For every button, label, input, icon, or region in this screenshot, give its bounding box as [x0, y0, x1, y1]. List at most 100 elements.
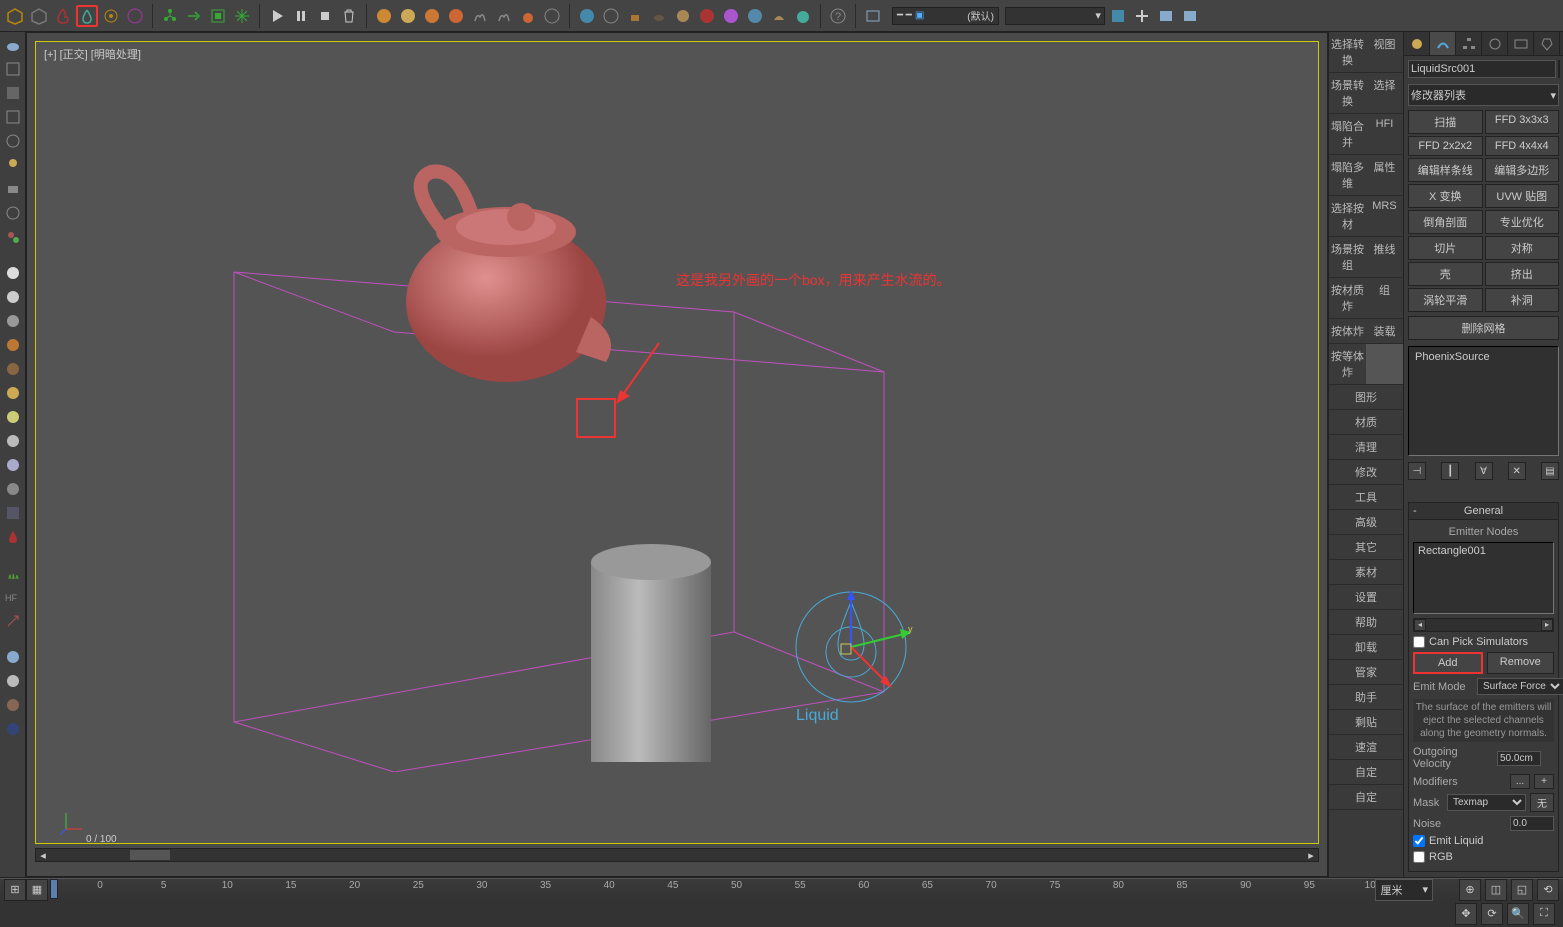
- lt-sphere-6[interactable]: [2, 382, 24, 404]
- preset-17-icon[interactable]: [768, 5, 790, 27]
- nav-4[interactable]: ⟲: [1537, 879, 1559, 901]
- remove-button[interactable]: Remove: [1487, 652, 1555, 674]
- tab-modify[interactable]: [1430, 32, 1456, 55]
- preset-9-icon[interactable]: [576, 5, 598, 27]
- pan-icon[interactable]: ✥: [1455, 903, 1477, 925]
- rl-item[interactable]: 材质: [1329, 410, 1403, 435]
- preset-13-icon[interactable]: [672, 5, 694, 27]
- units-dropdown[interactable]: 厘米▾: [1375, 879, 1433, 901]
- preset-3-icon[interactable]: [421, 5, 443, 27]
- lt-sphere-b1[interactable]: [2, 646, 24, 668]
- rl-item[interactable]: 图形: [1329, 385, 1403, 410]
- rl-item[interactable]: 清理: [1329, 435, 1403, 460]
- emit-liquid-checkbox[interactable]: [1413, 835, 1425, 847]
- render-setup-icon[interactable]: [862, 5, 884, 27]
- modifier-btn[interactable]: 对称: [1485, 236, 1560, 260]
- rl-item[interactable]: 高级: [1329, 510, 1403, 535]
- rl-select-convert[interactable]: 选择转换: [1329, 32, 1366, 73]
- preset-8-icon[interactable]: [541, 5, 563, 27]
- modifier-btn[interactable]: FFD 3x3x3: [1485, 110, 1560, 134]
- nav-1[interactable]: ⊕: [1459, 879, 1481, 901]
- stop-icon[interactable]: [314, 5, 336, 27]
- preset-18-icon[interactable]: [792, 5, 814, 27]
- viewport[interactable]: [+] [正交] [明暗处理]: [35, 41, 1319, 844]
- modifier-btn[interactable]: 编辑多边形: [1485, 158, 1560, 182]
- lt-sphere-b4[interactable]: [2, 718, 24, 740]
- modifier-btn[interactable]: FFD 2x2x2: [1408, 136, 1483, 156]
- object-name-field[interactable]: [1408, 60, 1556, 78]
- render-preset-dropdown[interactable]: ▾: [1005, 7, 1105, 25]
- viewport-hscroll[interactable]: ◂ 0 / 100 ▸: [35, 848, 1319, 862]
- render-2-icon[interactable]: [1155, 5, 1177, 27]
- outgoing-velocity-spinner[interactable]: [1497, 751, 1541, 766]
- lt-9[interactable]: [2, 226, 24, 248]
- pin-stack-icon[interactable]: ⊣: [1408, 462, 1426, 480]
- emitter-list-hscroll[interactable]: ◂▸: [1413, 618, 1554, 632]
- can-pick-simulators-checkbox[interactable]: [1413, 636, 1425, 648]
- icon-fire[interactable]: [52, 5, 74, 27]
- teapot-icon[interactable]: [2, 34, 24, 56]
- lt-grass[interactable]: [2, 562, 24, 584]
- lt-sphere-2[interactable]: [2, 286, 24, 308]
- modifier-list-dropdown[interactable]: 修改器列表▾: [1408, 84, 1559, 106]
- timeline-mode2-icon[interactable]: ▦: [26, 879, 48, 901]
- modifiers-plus-button[interactable]: +: [1534, 774, 1554, 789]
- render-1-icon[interactable]: [1107, 5, 1129, 27]
- lt-arrow[interactable]: [2, 610, 24, 632]
- preset-2-icon[interactable]: [397, 5, 419, 27]
- preset-14-icon[interactable]: [696, 5, 718, 27]
- preset-10-icon[interactable]: [600, 5, 622, 27]
- preset-7-icon[interactable]: [517, 5, 539, 27]
- lt-7[interactable]: [2, 178, 24, 200]
- preset-5-icon[interactable]: [469, 5, 491, 27]
- lt-3[interactable]: [2, 82, 24, 104]
- modifier-btn[interactable]: 切片: [1408, 236, 1483, 260]
- lt-hf[interactable]: HF: [2, 586, 24, 608]
- modifier-btn[interactable]: 倒角剖面: [1408, 210, 1483, 234]
- nav-3[interactable]: ◱: [1511, 879, 1533, 901]
- emit-mode-select[interactable]: Surface Force: [1477, 678, 1563, 695]
- max-icon[interactable]: ⛶: [1533, 903, 1555, 925]
- liquid-source-icon[interactable]: [76, 5, 98, 27]
- delete-mesh-button[interactable]: 删除网格: [1408, 316, 1559, 340]
- stack-item[interactable]: PhoenixSource: [1411, 349, 1556, 365]
- unique-icon[interactable]: ∀: [1475, 462, 1493, 480]
- tab-create[interactable]: [1404, 32, 1430, 55]
- tab-display[interactable]: [1508, 32, 1534, 55]
- timeline-cursor[interactable]: [50, 879, 58, 899]
- mask-none-button[interactable]: 无: [1530, 793, 1554, 812]
- lt-sphere-b3[interactable]: [2, 694, 24, 716]
- lt-sphere-7[interactable]: [2, 406, 24, 428]
- rl-item[interactable]: 管家: [1329, 660, 1403, 685]
- configure-icon[interactable]: ▤: [1541, 462, 1559, 480]
- play-icon[interactable]: [266, 5, 288, 27]
- modifiers-browse-button[interactable]: ...: [1510, 774, 1530, 789]
- noise-spinner[interactable]: [1510, 816, 1554, 831]
- preset-6-icon[interactable]: [493, 5, 515, 27]
- zoom-icon[interactable]: 🔍: [1507, 903, 1529, 925]
- tab-utilities[interactable]: [1534, 32, 1560, 55]
- modifier-stack[interactable]: PhoenixSource: [1408, 346, 1559, 456]
- lt-light[interactable]: [2, 154, 24, 176]
- object-color-swatch[interactable]: [1558, 60, 1560, 78]
- pause-icon[interactable]: [290, 5, 312, 27]
- lt-8[interactable]: [2, 202, 24, 224]
- viewport-label[interactable]: [+] [正交] [明暗处理]: [44, 46, 141, 62]
- lt-sphere-3[interactable]: [2, 310, 24, 332]
- lt-noise[interactable]: [2, 502, 24, 524]
- rl-item[interactable]: 工具: [1329, 485, 1403, 510]
- modifier-btn[interactable]: 扫描: [1408, 110, 1483, 134]
- rl-view[interactable]: 视图: [1366, 32, 1403, 73]
- rl-item[interactable]: 助手: [1329, 685, 1403, 710]
- emitter-nodes-list[interactable]: Rectangle001: [1413, 542, 1554, 614]
- lt-sphere-10[interactable]: [2, 478, 24, 500]
- rl-item[interactable]: 速渲: [1329, 735, 1403, 760]
- icon-8[interactable]: [183, 5, 205, 27]
- timeline-ruler[interactable]: 0510152025303540455055606570758085909510…: [100, 880, 1373, 900]
- lt-drop[interactable]: [2, 526, 24, 548]
- lt-sphere-5[interactable]: [2, 358, 24, 380]
- orbit-icon[interactable]: ⟳: [1481, 903, 1503, 925]
- lt-5[interactable]: [2, 130, 24, 152]
- modifier-btn[interactable]: FFD 4x4x4: [1485, 136, 1560, 156]
- modifier-btn[interactable]: UVW 贴图: [1485, 184, 1560, 208]
